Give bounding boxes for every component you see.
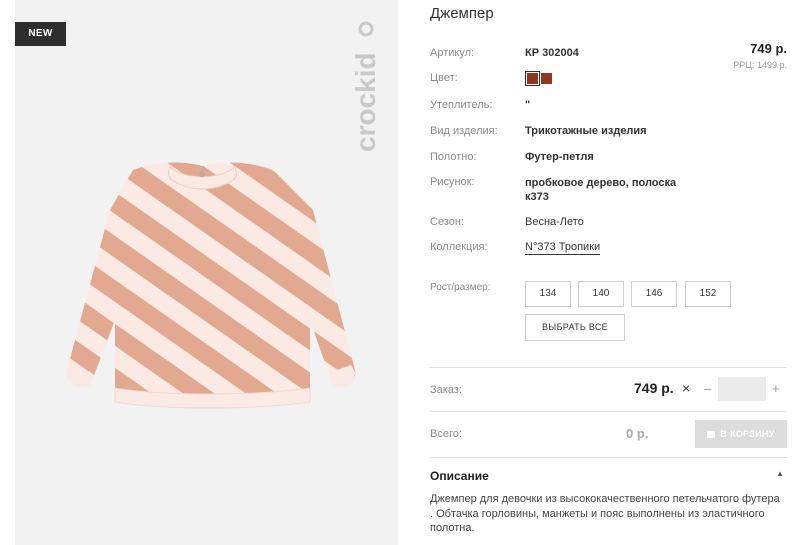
season-value: Весна-Лето [525, 216, 584, 228]
quantity-increase-button[interactable]: + [772, 381, 780, 396]
order-price: 749 р. [634, 380, 674, 396]
price: 749 р. [750, 41, 787, 56]
size-option-134[interactable]: 134 [525, 281, 571, 307]
collapse-arrow-icon[interactable]: ▲ [776, 469, 784, 478]
fabric-value: Футер-петля [525, 151, 594, 163]
total-value: 0 р. [626, 426, 649, 441]
size-option-140[interactable]: 140 [578, 281, 624, 307]
size-option-146[interactable]: 146 [631, 281, 677, 307]
product-photo[interactable]: NEW crockid [15, 0, 398, 545]
add-to-cart-button[interactable]: В КОРЗИНУ [695, 420, 787, 448]
sweater-image [66, 162, 356, 409]
size-label: Рост/размер: [430, 282, 491, 293]
select-all-sizes-button[interactable]: ВЫБРАТЬ ВСЕ [525, 314, 625, 341]
color-swatch-2[interactable] [541, 73, 552, 84]
order-label: Заказ: [430, 384, 462, 396]
collection-label: Коллекция: [430, 241, 488, 253]
description-heading[interactable]: Описание [430, 469, 489, 483]
color-swatch-1[interactable] [525, 71, 540, 86]
pattern-value: пробковое дерево, полоска к373 [525, 177, 677, 203]
season-label: Сезон: [430, 216, 464, 228]
brand-logo-text: crockid [350, 52, 381, 152]
total-label: Всего: [430, 428, 462, 440]
fabric-label: Полотно: [430, 151, 477, 163]
multiply-sign: × [682, 380, 691, 396]
product-info: Джемпер Артикул: КР 302004 749 р. РРЦ: 1… [430, 0, 790, 545]
rrp-price: РРЦ: 1499 р. [733, 60, 787, 70]
size-option-152[interactable]: 152 [685, 281, 731, 307]
pattern-label: Рисунок: [430, 176, 475, 188]
quantity-decrease-button[interactable]: – [704, 381, 711, 396]
color-label: Цвет: [430, 72, 458, 84]
divider [430, 411, 787, 412]
collection-link[interactable]: N°373 Тропики [525, 241, 601, 255]
cart-icon [707, 431, 716, 438]
brand-logo: crockid [350, 21, 381, 152]
description-text: Джемпер для девочки из высококачественно… [430, 493, 780, 534]
article-label: Артикул: [430, 47, 475, 59]
insulation-value: " [525, 99, 531, 111]
add-to-cart-label: В КОРЗИНУ [720, 429, 775, 439]
type-label: Вид изделия: [430, 125, 498, 137]
type-value: Трикотажные изделия [525, 125, 647, 137]
insulation-label: Утеплитель: [430, 99, 493, 111]
divider [430, 457, 787, 458]
article-value: КР 302004 [525, 47, 579, 59]
quantity-input[interactable] [718, 377, 766, 401]
new-badge: NEW [15, 22, 66, 46]
divider [430, 367, 787, 368]
product-title: Джемпер [430, 5, 494, 22]
